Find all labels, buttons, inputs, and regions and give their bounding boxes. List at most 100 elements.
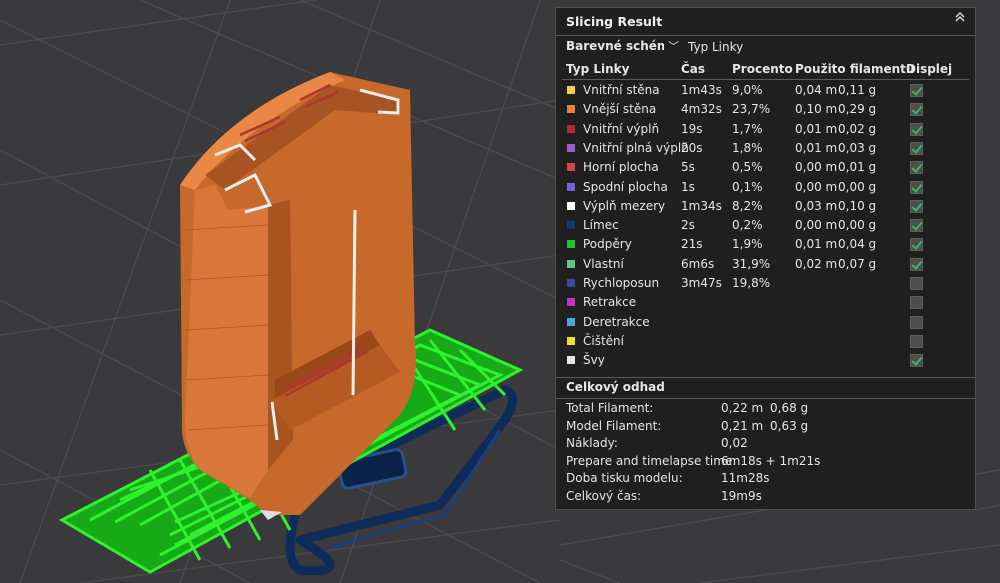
filament-length: 0,01 m (795, 237, 838, 252)
filament-length: 0,01 m (795, 140, 838, 155)
summary-row: Náklady: 0,02 (556, 436, 977, 453)
display-checkbox[interactable] (910, 257, 923, 271)
percent-value: 31,9% (732, 256, 771, 271)
line-type-row: Límec 2s 0,2% 0,00 m 0,00 g (556, 216, 977, 235)
display-checkbox[interactable] (910, 296, 923, 310)
percent-value: 23,7% (732, 102, 771, 117)
display-checkbox[interactable] (910, 315, 923, 329)
header-type: Typ Linky (566, 62, 630, 76)
line-type-name: Rychloposun (583, 276, 660, 290)
summary-value-2: 0,63 g (770, 418, 809, 433)
panel-title: Slicing Result (566, 14, 663, 29)
line-type-row: Výplň mezery 1m34s 8,2% 0,03 m 0,10 g (556, 197, 977, 216)
summary-value: 0,21 m (721, 418, 764, 433)
summary-value: 0,02 (721, 436, 748, 450)
color-swatch (567, 143, 575, 152)
percent-value: 0,1% (732, 179, 763, 194)
line-type-row: Vnitřní stěna 1m43s 9,0% 0,04 m 0,11 g (556, 81, 977, 100)
divider (562, 79, 969, 80)
color-swatch (567, 221, 575, 230)
color-swatch (567, 336, 575, 345)
line-type-row: Rychloposun 3m47s 19,8% (556, 274, 977, 293)
time-value: 4m32s (681, 102, 722, 117)
summary-title: Celkový odhad (566, 380, 665, 394)
color-swatch (567, 317, 575, 326)
line-type-name: Podpěry (583, 237, 632, 252)
summary-value: 11m28s (721, 471, 770, 485)
summary-value-2: 0,68 g (770, 401, 809, 415)
time-value: 20s (681, 140, 703, 155)
filament-weight: 0,02 g (838, 121, 877, 136)
filament-length: 0,00 m (795, 179, 838, 194)
summary-value: 19m9s (721, 488, 762, 503)
summary-row: Doba tisku modelu: 11m28s (556, 471, 977, 488)
line-type-name: Vnější stěna (583, 102, 657, 117)
display-checkbox[interactable] (910, 84, 923, 97)
percent-value: 1,7% (732, 121, 763, 136)
color-scheme-dropdown[interactable]: ﹀ Typ Linky (664, 38, 846, 57)
line-type-row: Vlastní 6m6s 31,9% 0,02 m 0,07 g (556, 255, 977, 274)
display-checkbox[interactable] (910, 161, 923, 175)
filament-weight: 0,29 g (838, 102, 877, 117)
display-checkbox[interactable] (910, 238, 923, 252)
header-display: Displej (906, 62, 953, 76)
chevron-double-up-icon[interactable] (951, 10, 969, 28)
divider (556, 35, 975, 36)
summary-label: Total Filament: (566, 401, 654, 415)
time-value: 5s (681, 160, 695, 175)
time-value: 3m47s (681, 276, 722, 290)
line-type-name: Deretrakce (583, 314, 650, 329)
filament-weight: 0,00 g (838, 218, 877, 233)
filament-length: 0,10 m (795, 102, 838, 117)
percent-value: 9,0% (732, 83, 763, 97)
header-time: Čas (681, 62, 706, 76)
line-type-name: Švy (583, 353, 605, 368)
filament-length: 0,01 m (795, 121, 838, 136)
line-type-row: Podpěry 21s 1,9% 0,01 m 0,04 g (556, 235, 977, 254)
slicing-result-panel: Slicing Result Barevné schéma ﹀ Typ Link… (555, 7, 976, 510)
line-type-name: Vlastní (583, 256, 624, 271)
filament-weight: 0,10 g (838, 198, 877, 213)
color-swatch (567, 182, 575, 191)
filament-weight: 0,11 g (838, 83, 877, 97)
line-type-name: Výplň mezery (583, 198, 666, 213)
time-value: 21s (681, 237, 703, 252)
line-type-row: Retrakce (556, 293, 977, 312)
summary-row: Celkový čas: 19m9s (556, 489, 977, 506)
filament-weight: 0,00 g (838, 179, 877, 194)
color-swatch (567, 298, 575, 307)
filament-weight: 0,07 g (838, 256, 877, 271)
time-value: 1s (681, 179, 695, 194)
summary-label: Model Filament: (566, 418, 662, 433)
summary-row: Total Filament: 0,22 m 0,68 g (556, 401, 977, 418)
filament-length: 0,00 m (795, 160, 838, 175)
line-type-name: Límec (583, 218, 619, 233)
color-swatch (567, 240, 575, 249)
display-checkbox[interactable] (910, 199, 923, 213)
display-checkbox[interactable] (910, 122, 923, 136)
display-checkbox[interactable] (910, 354, 923, 368)
color-swatch (567, 163, 575, 172)
header-percent: Procento (732, 62, 793, 76)
filament-length: 0,00 m (795, 218, 838, 233)
filament-weight: 0,01 g (838, 160, 877, 175)
display-checkbox[interactable] (910, 180, 923, 194)
percent-value: 1,8% (732, 140, 763, 155)
display-checkbox[interactable] (910, 103, 923, 117)
color-swatch (567, 86, 575, 94)
time-value: 6m6s (681, 256, 715, 271)
line-type-row: Čištění (556, 332, 977, 351)
display-checkbox[interactable] (910, 219, 923, 233)
percent-value: 8,2% (732, 198, 763, 213)
summary-label: Celkový čas: (566, 488, 642, 503)
display-checkbox[interactable] (910, 334, 923, 348)
line-type-row: Horní plocha 5s 0,5% 0,00 m 0,01 g (556, 158, 977, 177)
display-checkbox[interactable] (910, 141, 923, 155)
color-scheme-value: Typ Linky (688, 40, 744, 54)
summary-label: Prepare and timelapse time: (566, 453, 737, 468)
chevron-down-icon: ﹀ (668, 40, 679, 53)
summary-label: Náklady: (566, 436, 618, 450)
color-swatch (567, 105, 575, 114)
display-checkbox[interactable] (910, 277, 923, 290)
percent-value: 0,2% (732, 218, 763, 233)
